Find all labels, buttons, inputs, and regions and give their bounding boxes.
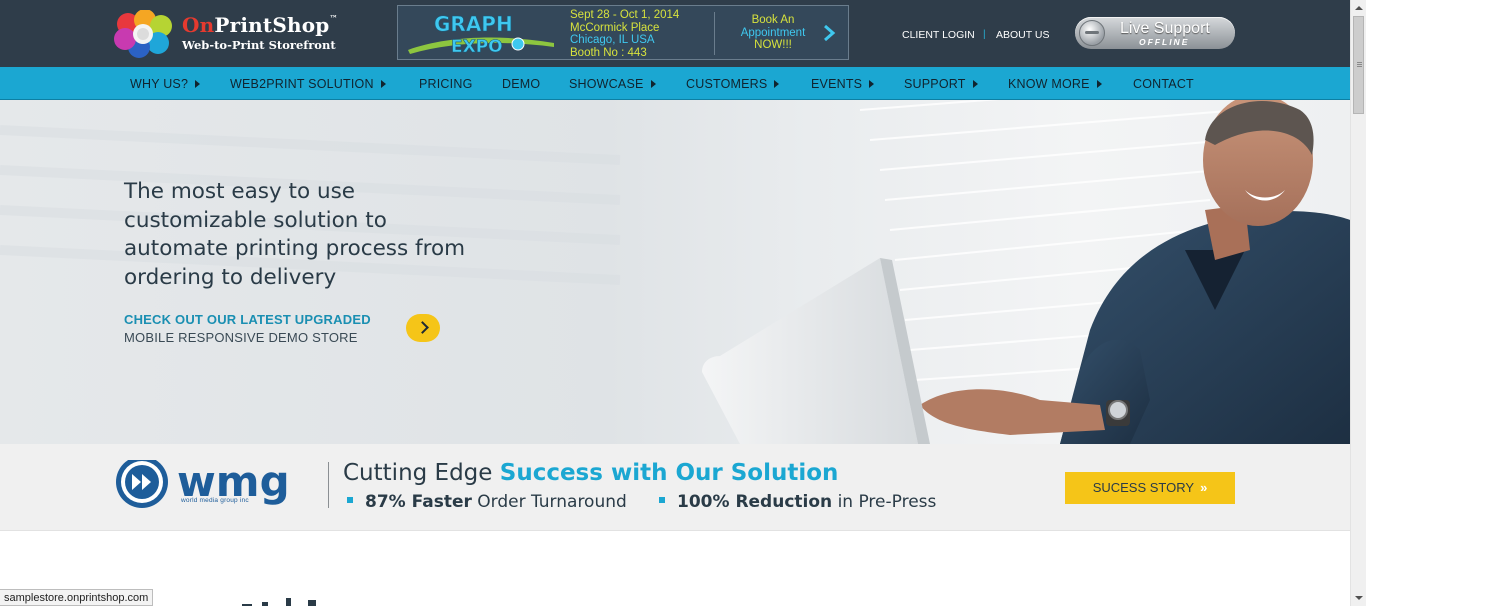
nav-item-label: EVENTS xyxy=(811,77,863,91)
partial-heading-glimpse xyxy=(242,598,316,606)
hero-headline-line: ordering to delivery xyxy=(124,264,337,290)
graph-expo-banner[interactable]: GRAPH EXPO Sept 28 - Oct 1, 2014 McCormi… xyxy=(397,5,849,60)
scrollbar-grip xyxy=(1357,62,1362,63)
nav-item-know-more[interactable]: KNOW MORE xyxy=(1008,77,1102,91)
scroll-up-icon[interactable] xyxy=(1351,0,1367,16)
main-nav: WHY US? WEB2PRINT SOLUTION PRICING DEMO … xyxy=(0,67,1350,100)
double-chevron-icon: » xyxy=(1200,480,1208,495)
hero-headline: The most easy to use customizable soluti… xyxy=(124,178,524,292)
live-support-title: Live Support xyxy=(1120,20,1210,37)
hero-banner: The most easy to use customizable soluti… xyxy=(0,100,1350,444)
stat-bold: 100% Reduction xyxy=(677,492,833,512)
expo-venue: McCormick Place xyxy=(570,21,660,34)
bullet-square-icon xyxy=(659,497,665,503)
nav-item-events[interactable]: EVENTS xyxy=(811,77,875,91)
strip-title-plain: Cutting Edge xyxy=(343,460,493,486)
cta-line-1: Book An xyxy=(751,14,795,26)
nav-item-support[interactable]: SUPPORT xyxy=(904,77,978,91)
success-story-label: SUCESS STORY xyxy=(1092,480,1195,495)
demo-store-link[interactable]: CHECK OUT OUR LATEST UPGRADED xyxy=(124,312,371,327)
cta-line-3: NOW!!! xyxy=(754,39,792,51)
caret-right-icon xyxy=(774,80,780,88)
nav-item-customers[interactable]: CUSTOMERS xyxy=(686,77,780,91)
caret-right-icon xyxy=(380,80,386,88)
nav-item-label: WHY US? xyxy=(130,77,189,91)
caret-right-icon xyxy=(869,80,875,88)
status-bar-url: samplestore.onprintshop.com xyxy=(0,589,154,606)
success-story-button[interactable]: SUCESS STORY » xyxy=(1065,472,1235,504)
strip-title: Cutting Edge Success with Our Solution xyxy=(343,460,838,486)
hero-headline-line: The most easy to use xyxy=(124,179,356,204)
svg-text:GRAPH: GRAPH xyxy=(434,12,513,36)
nav-item-why-us[interactable]: WHY US? xyxy=(130,77,201,91)
svg-text:EXPO: EXPO xyxy=(451,37,503,56)
nav-item-label: WEB2PRINT SOLUTION xyxy=(230,77,374,91)
strip-divider xyxy=(328,462,329,508)
logo-name: OnPrintShop™ xyxy=(182,13,338,37)
wmg-logo-icon[interactable]: wmg xyxy=(114,460,314,514)
hero-headline-line: customizable solution to xyxy=(124,207,387,233)
stat-rest: Order Turnaround xyxy=(477,492,627,512)
caret-right-icon xyxy=(1096,80,1102,88)
caret-right-icon xyxy=(195,80,201,88)
success-strip: wmg world media group inc Cutting Edge S… xyxy=(0,444,1350,531)
nav-item-label: KNOW MORE xyxy=(1008,77,1090,91)
stat-item: 87% Faster Order Turnaround xyxy=(347,492,627,512)
vertical-scrollbar[interactable] xyxy=(1350,0,1366,606)
demo-store-sublabel: MOBILE RESPONSIVE DEMO STORE xyxy=(124,330,358,345)
client-login-link[interactable]: CLIENT LOGIN xyxy=(902,29,975,41)
chevron-right-icon[interactable] xyxy=(822,23,836,43)
header-bar: OnPrintShop™ Web-to-Print Storefront GRA… xyxy=(0,0,1350,67)
nav-item-label: DEMO xyxy=(502,77,541,91)
nav-item-label: PRICING xyxy=(419,77,473,91)
arrow-right-icon[interactable] xyxy=(406,314,440,342)
header-link-separator: | xyxy=(983,29,986,40)
nav-item-label: SHOWCASE xyxy=(569,77,644,91)
nav-item-showcase[interactable]: SHOWCASE xyxy=(569,77,656,91)
onprintshop-logo-icon xyxy=(114,10,172,58)
book-appointment-link[interactable]: Book An Appointment NOW!!! xyxy=(730,14,816,52)
bullet-square-icon xyxy=(347,497,353,503)
stat-item: 100% Reduction in Pre-Press xyxy=(659,492,936,512)
caret-right-icon xyxy=(650,80,656,88)
caret-right-icon xyxy=(972,80,978,88)
scrollbar-thumb[interactable] xyxy=(1353,16,1364,114)
page: OnPrintShop™ Web-to-Print Storefront GRA… xyxy=(0,0,1350,606)
expo-booth: Booth No : 443 xyxy=(570,46,647,59)
about-us-link[interactable]: ABOUT US xyxy=(996,29,1049,41)
expo-divider xyxy=(714,12,715,55)
live-support-status: OFFLINE xyxy=(1139,37,1190,47)
cta-line-2: Appointment xyxy=(740,26,806,39)
nav-item-web2print-solution[interactable]: WEB2PRINT SOLUTION xyxy=(230,77,386,91)
onprintshop-logo[interactable]: OnPrintShop™ Web-to-Print Storefront xyxy=(114,10,354,58)
expo-details: Sept 28 - Oct 1, 2014 McCormick Place Ch… xyxy=(570,9,679,59)
expo-city: Chicago, IL USA xyxy=(570,34,655,46)
live-support-button[interactable]: Live Support OFFLINE xyxy=(1075,17,1235,49)
nav-item-label: CONTACT xyxy=(1133,77,1194,91)
expo-dates: Sept 28 - Oct 1, 2014 xyxy=(570,9,680,21)
logo-tagline: Web-to-Print Storefront xyxy=(182,38,336,52)
nav-item-contact[interactable]: CONTACT xyxy=(1133,77,1194,91)
wmg-sublabel: world media group inc xyxy=(181,497,249,504)
nav-item-demo[interactable]: DEMO xyxy=(502,77,540,91)
live-support-icon xyxy=(1079,20,1105,46)
nav-item-pricing[interactable]: PRICING xyxy=(419,77,473,91)
hero-headline-line: automate printing process from xyxy=(124,236,466,261)
nav-item-label: SUPPORT xyxy=(904,77,966,91)
stat-rest: in Pre-Press xyxy=(837,492,937,512)
nav-item-label: CUSTOMERS xyxy=(686,77,768,91)
strip-title-highlight: Success with Our Solution xyxy=(499,460,839,486)
graph-expo-logo-icon: GRAPH EXPO xyxy=(408,12,554,56)
stat-bold: 87% Faster xyxy=(365,492,472,512)
scroll-down-icon[interactable] xyxy=(1351,590,1367,606)
